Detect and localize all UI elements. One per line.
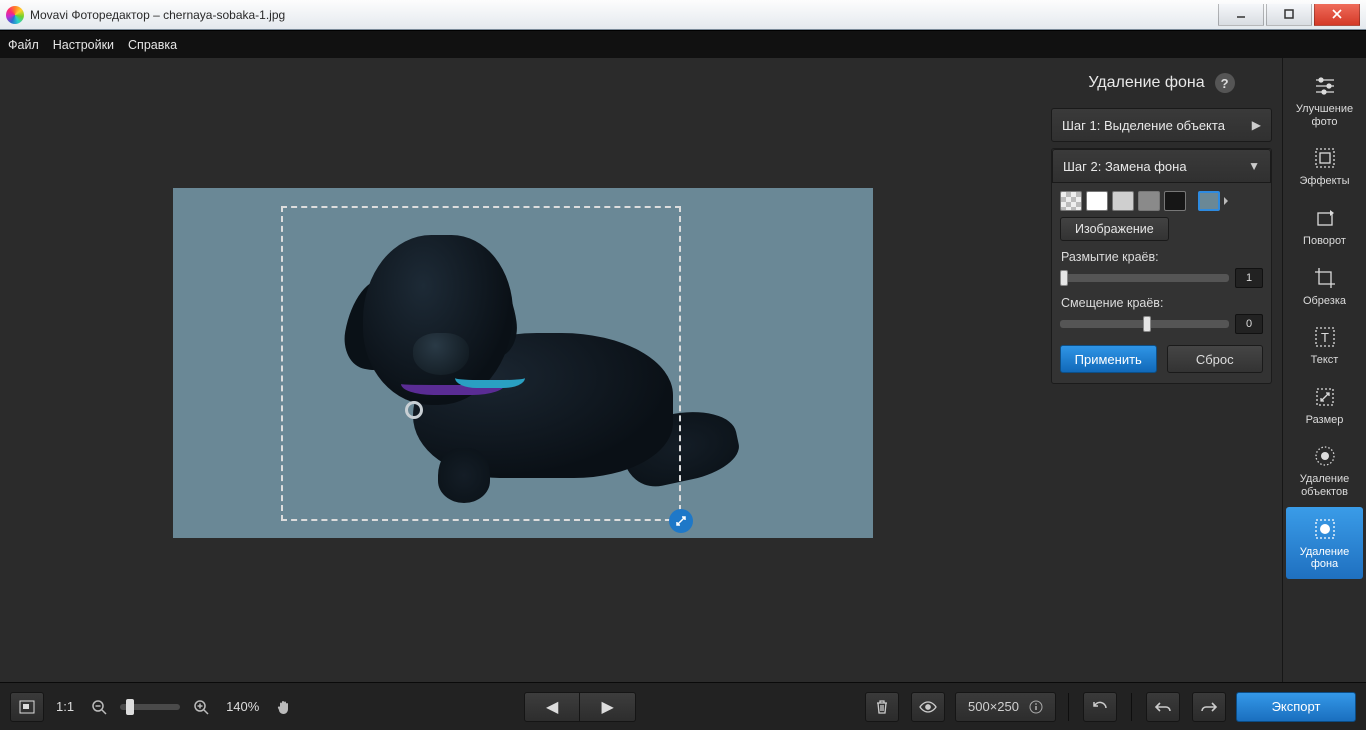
- next-image-button[interactable]: ▶: [580, 692, 636, 722]
- swatch-white[interactable]: [1086, 191, 1108, 211]
- revert-button[interactable]: [1083, 692, 1117, 722]
- color-swatches: [1052, 183, 1271, 217]
- step1-label: Шаг 1: Выделение объекта: [1062, 118, 1225, 133]
- edge-offset-slider[interactable]: [1060, 320, 1229, 328]
- swatch-light-gray[interactable]: [1112, 191, 1134, 211]
- effects-icon: [1312, 145, 1338, 171]
- tool-object-removal[interactable]: Удаление объектов: [1283, 434, 1366, 506]
- dimensions-value: 500×250: [968, 699, 1019, 714]
- zoom-out-icon[interactable]: [86, 694, 112, 720]
- crop-icon: [1312, 265, 1338, 291]
- zoom-ratio[interactable]: 1:1: [52, 699, 78, 714]
- background-removal-icon: [1312, 516, 1338, 542]
- right-toolbar: Улучшение фото Эффекты Поворот Обрезка T…: [1282, 58, 1366, 682]
- play-icon: ▶: [1252, 118, 1261, 132]
- resize-icon: [1312, 384, 1338, 410]
- maximize-button[interactable]: [1266, 4, 1312, 26]
- tool-enhance[interactable]: Улучшение фото: [1283, 64, 1366, 136]
- step2-label: Шаг 2: Замена фона: [1063, 159, 1187, 174]
- edge-blur-slider[interactable]: [1060, 274, 1229, 282]
- tool-effects[interactable]: Эффекты: [1283, 136, 1366, 196]
- rotate-icon: [1312, 205, 1338, 231]
- window-title: Movavi Фоторедактор – chernaya-sobaka-1.…: [30, 8, 285, 22]
- menu-settings[interactable]: Настройки: [53, 38, 114, 52]
- step2-header[interactable]: Шаг 2: Замена фона ▼: [1052, 149, 1271, 183]
- menubar: Файл Настройки Справка: [0, 30, 1366, 58]
- prev-image-button[interactable]: ◀: [524, 692, 580, 722]
- delete-button[interactable]: [865, 692, 899, 722]
- undo-button[interactable]: [1146, 692, 1180, 722]
- menu-file[interactable]: Файл: [8, 38, 39, 52]
- close-button[interactable]: [1314, 4, 1360, 26]
- chevron-down-icon: ▼: [1248, 159, 1260, 173]
- side-panel: Удаление фона ? Шаг 1: Выделение объекта…: [1045, 58, 1282, 682]
- swatch-black[interactable]: [1164, 191, 1186, 211]
- edited-image[interactable]: [173, 188, 873, 538]
- tool-resize[interactable]: Размер: [1283, 375, 1366, 435]
- edge-offset-label: Смещение краёв:: [1052, 293, 1271, 312]
- edge-offset-value[interactable]: 0: [1235, 314, 1263, 334]
- bottom-bar: 1:1 140% ◀ ▶ 500×250 Экспорт: [0, 682, 1366, 730]
- info-icon: [1029, 700, 1043, 714]
- object-removal-icon: [1312, 443, 1338, 469]
- zoom-percent: 140%: [222, 699, 263, 714]
- zoom-in-icon[interactable]: [188, 694, 214, 720]
- preview-button[interactable]: [911, 692, 945, 722]
- fit-screen-button[interactable]: [10, 692, 44, 722]
- zoom-slider[interactable]: [120, 704, 180, 710]
- export-button[interactable]: Экспорт: [1236, 692, 1356, 722]
- svg-text:T: T: [1321, 330, 1329, 345]
- reset-button[interactable]: Сброс: [1167, 345, 1264, 373]
- image-button[interactable]: Изображение: [1060, 217, 1169, 241]
- apply-button[interactable]: Применить: [1060, 345, 1157, 373]
- swatch-custom-color[interactable]: [1198, 191, 1220, 211]
- edge-blur-label: Размытие краёв:: [1052, 247, 1271, 266]
- panel-title-row: Удаление фона ?: [1049, 66, 1274, 102]
- selection-resize-handle[interactable]: [669, 509, 693, 533]
- menu-help[interactable]: Справка: [128, 38, 177, 52]
- edge-blur-value[interactable]: 1: [1235, 268, 1263, 288]
- text-icon: T: [1312, 324, 1338, 350]
- step1-header[interactable]: Шаг 1: Выделение объекта ▶: [1051, 108, 1272, 142]
- canvas-area[interactable]: [0, 58, 1045, 682]
- app-icon: [6, 6, 24, 24]
- dimensions-box[interactable]: 500×250: [955, 692, 1056, 722]
- tool-background-removal[interactable]: Удаление фона: [1286, 507, 1363, 579]
- tool-rotate[interactable]: Поворот: [1283, 196, 1366, 256]
- sliders-icon: [1312, 73, 1338, 99]
- minimize-button[interactable]: [1218, 4, 1264, 26]
- swatch-transparent[interactable]: [1060, 191, 1082, 211]
- window-titlebar: Movavi Фоторедактор – chernaya-sobaka-1.…: [0, 0, 1366, 30]
- swatch-gray[interactable]: [1138, 191, 1160, 211]
- tool-crop[interactable]: Обрезка: [1283, 256, 1366, 316]
- step2-panel: Шаг 2: Замена фона ▼ Изображение Размыти…: [1051, 148, 1272, 384]
- help-icon[interactable]: ?: [1215, 73, 1235, 93]
- panel-title: Удаление фона: [1088, 74, 1204, 92]
- hand-tool-icon[interactable]: [271, 694, 297, 720]
- tool-text[interactable]: T Текст: [1283, 315, 1366, 375]
- redo-button[interactable]: [1192, 692, 1226, 722]
- selection-marquee[interactable]: [281, 206, 681, 521]
